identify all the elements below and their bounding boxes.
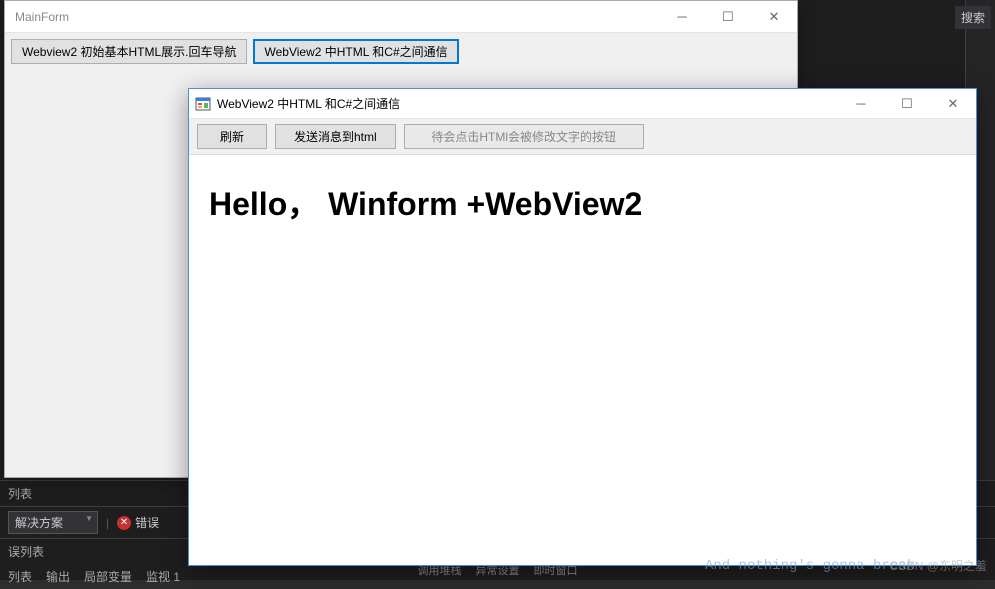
form-icon [195,96,211,112]
webview-comm-button[interactable]: WebView2 中HTML 和C#之间通信 [253,39,458,64]
watermark-credit: CSDN @东明之羞 [889,557,987,574]
childform-titlebar[interactable]: WebView2 中HTML 和C#之间通信 ─ ☐ ✕ [189,89,976,119]
error-list-label: 误列表 [8,543,44,560]
error-icon: ✕ [117,516,131,530]
childform-toolbar: 刷新 发送消息到html 待会点击HTMl会被修改文字的按钮 [189,119,976,155]
mainform-body: Webview2 初始基本HTML展示.回车导航 WebView2 中HTML … [5,33,797,70]
mainform-titlebar[interactable]: MainForm ─ ☐ ✕ [5,1,797,33]
tab-list[interactable]: 列表 [8,568,32,585]
watermark-lyric: And nothing's gonna break [705,558,915,574]
refresh-button[interactable]: 刷新 [197,124,267,149]
close-button[interactable]: ✕ [751,1,797,33]
childform-title: WebView2 中HTML 和C#之间通信 [217,95,838,112]
separator: | [106,516,109,530]
solution-dropdown[interactable]: 解决方案 [8,511,98,534]
minimize-button[interactable]: ─ [659,1,705,33]
child-maximize-button[interactable]: ☐ [884,88,930,120]
error-filter[interactable]: ✕ 错误 [117,514,159,531]
webview-basic-button[interactable]: Webview2 初始基本HTML展示.回车导航 [11,39,247,64]
maximize-button[interactable]: ☐ [705,1,751,33]
hello-heading: Hello， Winform +WebView2 [209,179,956,225]
tab-output[interactable]: 输出 [46,568,70,585]
send-message-button[interactable]: 发送消息到html [275,124,396,149]
webview-content: Hello， Winform +WebView2 [189,155,976,249]
ide-search-box[interactable]: 搜索 [955,6,991,29]
child-close-button[interactable]: ✕ [930,88,976,120]
mainform-title: MainForm [5,10,659,24]
ide-list-label: 列表 [8,485,32,502]
childform-window: WebView2 中HTML 和C#之间通信 ─ ☐ ✕ 刷新 发送消息到htm… [188,88,977,566]
tab-locals[interactable]: 局部变量 [84,568,132,585]
tab-watch[interactable]: 监视 1 [146,568,180,585]
child-minimize-button[interactable]: ─ [838,88,884,120]
placeholder-button[interactable]: 待会点击HTMl会被修改文字的按钮 [404,124,644,149]
